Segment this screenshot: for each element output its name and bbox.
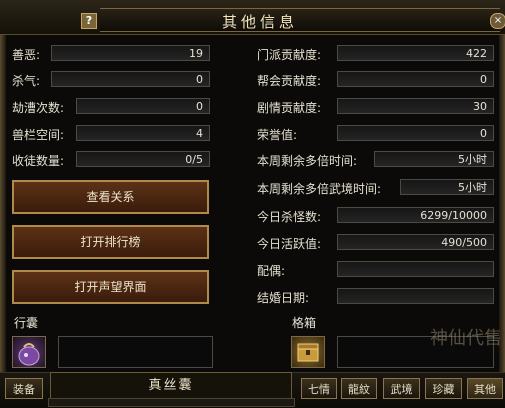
- item-tooltip-title: 真丝囊: [50, 372, 292, 400]
- view-relations-button[interactable]: 查看关系: [12, 180, 209, 214]
- help-button[interactable]: ?: [81, 13, 97, 29]
- stat-value-robbery-count: 0: [76, 98, 210, 114]
- stat-label-apprentices: 收徒数量:: [12, 154, 65, 168]
- stat-value-honor: 0: [337, 125, 494, 141]
- item-tooltip-body: [48, 398, 295, 407]
- window-left-border: [0, 0, 6, 407]
- chest-icon[interactable]: [291, 336, 325, 368]
- stat-label-robbery-count: 劫漕次数:: [12, 101, 65, 115]
- grid-box-section-label: 格箱: [292, 316, 317, 330]
- stat-value-spouse: [337, 261, 494, 277]
- stat-value-pet-space: 4: [76, 125, 210, 141]
- open-reputation-button[interactable]: 打开声望界面: [12, 270, 209, 304]
- tab-other[interactable]: 其他: [467, 378, 503, 399]
- stat-label-honor: 荣誉值:: [257, 128, 298, 142]
- other-info-window: 其他信息 ? × 善恶: 19 杀气: 0 劫漕次数: 0 兽栏空间: 4 收徒…: [0, 0, 505, 408]
- stat-label-guild-contribution: 帮会贡献度:: [257, 74, 322, 88]
- stat-value-sect-contribution: 422: [337, 45, 494, 61]
- bag-icon[interactable]: [12, 336, 46, 368]
- stat-value-good-evil: 19: [51, 45, 210, 61]
- pouch-icon: [18, 343, 40, 366]
- stat-label-daily-activity: 今日活跃值:: [257, 237, 322, 251]
- close-button[interactable]: ×: [490, 13, 505, 29]
- tab-treasure[interactable]: 珍藏: [425, 378, 462, 399]
- watermark-text: 神仙代售: [430, 328, 502, 349]
- stat-value-story-contribution: 30: [337, 98, 494, 114]
- stat-label-wedding-date: 结婚日期:: [257, 291, 310, 305]
- stat-label-good-evil: 善恶:: [12, 48, 41, 62]
- bag-section-label: 行囊: [14, 316, 39, 330]
- stat-value-weekly-multi-time: 5小时: [374, 151, 494, 167]
- tab-equipment[interactable]: 装备: [5, 378, 43, 399]
- stat-label-story-contribution: 剧情贡献度:: [257, 101, 322, 115]
- window-title: 其他信息: [221, 13, 298, 31]
- stat-label-weekly-multi-time: 本周剩余多倍时间:: [257, 154, 358, 168]
- stat-label-killing-aura: 杀气:: [12, 74, 41, 88]
- stat-value-killing-aura: 0: [51, 71, 210, 87]
- stat-value-wedding-date: [337, 288, 494, 304]
- stat-value-weekly-multi-wujing-time: 5小时: [400, 179, 494, 195]
- stat-label-daily-kills: 今日杀怪数:: [257, 210, 322, 224]
- stat-label-weekly-multi-wujing-time: 本周剩余多倍武境时间:: [257, 182, 382, 196]
- stat-label-pet-space: 兽栏空间:: [12, 128, 65, 142]
- stat-label-spouse: 配偶:: [257, 264, 286, 278]
- stat-value-guild-contribution: 0: [337, 71, 494, 87]
- open-ranking-button[interactable]: 打开排行榜: [12, 225, 209, 259]
- bag-slot[interactable]: [58, 336, 213, 368]
- tab-wujing[interactable]: 武境: [383, 378, 420, 399]
- stat-value-daily-activity: 490/500: [337, 234, 494, 250]
- tab-seven-emotions[interactable]: 七情: [301, 378, 337, 399]
- stat-value-apprentices: 0/5: [76, 151, 210, 167]
- tab-dragon-pattern[interactable]: 龍紋: [341, 378, 377, 399]
- stat-value-daily-kills: 6299/10000: [337, 207, 494, 223]
- stat-label-sect-contribution: 门派贡献度:: [257, 48, 322, 62]
